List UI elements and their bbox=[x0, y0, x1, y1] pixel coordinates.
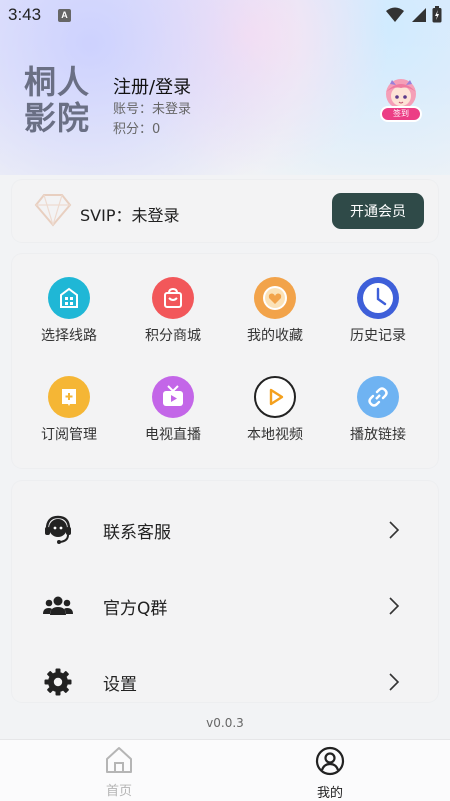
link-icon bbox=[357, 376, 399, 418]
svip-status: SVIP：未登录 bbox=[80, 206, 180, 225]
grid-item-favorites[interactable]: 我的收藏 bbox=[225, 277, 325, 345]
settings-menu: 联系客服 官方Q群 设置 bbox=[12, 481, 438, 702]
account-status: 账号：未登录 bbox=[113, 102, 192, 117]
feature-grid: 选择线路 积分商城 我的收藏 历史记录 订阅管理 电视直播 本地视频 播放链接 bbox=[12, 254, 438, 468]
grid-label: 积分商城 bbox=[145, 328, 201, 344]
points-value: 积分：0 bbox=[113, 122, 161, 137]
chevron-right-icon bbox=[389, 597, 400, 615]
open-membership-button[interactable]: 开通会员 bbox=[332, 193, 424, 229]
home-icon bbox=[106, 747, 132, 773]
chevron-right-icon bbox=[389, 673, 400, 691]
play-icon bbox=[254, 376, 296, 418]
logo-text-line2: 影院 bbox=[24, 99, 91, 137]
tv-icon bbox=[152, 376, 194, 418]
shopping-bag-icon bbox=[152, 277, 194, 319]
vip-card: SVIP：未登录 开通会员 bbox=[12, 180, 438, 242]
nav-label-mine: 我的 bbox=[316, 786, 343, 801]
login-register-link[interactable]: 注册/登录 bbox=[113, 73, 191, 99]
grid-label: 播放链接 bbox=[350, 427, 406, 443]
grid-label: 历史记录 bbox=[350, 328, 406, 344]
app-version: v0.0.3 bbox=[206, 716, 244, 730]
app-logo: 桐人 影院 bbox=[24, 64, 100, 140]
subscribe-icon bbox=[48, 376, 90, 418]
grid-item-play-link[interactable]: 播放链接 bbox=[328, 376, 428, 444]
menu-label: 设置 bbox=[103, 675, 137, 695]
nav-label-home: 首页 bbox=[105, 784, 132, 799]
grid-label: 订阅管理 bbox=[41, 427, 97, 443]
grid-item-select-route[interactable]: 选择线路 bbox=[19, 277, 119, 345]
wifi-icon bbox=[386, 7, 404, 22]
user-profile-icon bbox=[315, 746, 345, 776]
logo-text-line1: 桐人 bbox=[24, 63, 91, 101]
clock-icon bbox=[357, 277, 399, 319]
group-icon bbox=[40, 588, 76, 624]
menu-item-settings[interactable]: 设置 bbox=[12, 650, 438, 702]
bottom-navigation: 首页 我的 bbox=[0, 739, 450, 801]
status-time: 3:43 bbox=[8, 5, 42, 24]
headset-icon bbox=[40, 512, 76, 548]
battery-icon bbox=[432, 6, 442, 23]
menu-item-official-qq-group[interactable]: 官方Q群 bbox=[12, 574, 438, 634]
grid-item-subscription[interactable]: 订阅管理 bbox=[19, 376, 119, 444]
heart-icon bbox=[254, 277, 296, 319]
menu-label: 联系客服 bbox=[103, 523, 171, 543]
gear-icon bbox=[40, 664, 76, 700]
diamond-icon bbox=[34, 194, 72, 227]
checkin-label: 签到 bbox=[380, 106, 422, 122]
status-bar: 3:43 A bbox=[0, 0, 450, 30]
grid-label: 电视直播 bbox=[145, 427, 201, 443]
menu-label: 官方Q群 bbox=[103, 599, 168, 619]
nav-tab-home[interactable]: 首页 bbox=[79, 746, 159, 799]
grid-item-live-tv[interactable]: 电视直播 bbox=[123, 376, 223, 444]
grid-label: 选择线路 bbox=[41, 328, 97, 344]
signal-icon bbox=[412, 7, 426, 22]
grid-label: 本地视频 bbox=[247, 427, 303, 443]
grid-item-local-video[interactable]: 本地视频 bbox=[225, 376, 325, 444]
grid-item-history[interactable]: 历史记录 bbox=[328, 277, 428, 345]
nav-tab-mine[interactable]: 我的 bbox=[290, 746, 370, 801]
grid-label: 我的收藏 bbox=[247, 328, 303, 344]
checkin-button[interactable]: 签到 bbox=[378, 78, 424, 126]
building-icon bbox=[48, 277, 90, 319]
menu-item-customer-service[interactable]: 联系客服 bbox=[12, 498, 438, 558]
chevron-right-icon bbox=[389, 521, 400, 539]
notification-icon: A bbox=[58, 9, 71, 22]
grid-item-points-mall[interactable]: 积分商城 bbox=[123, 277, 223, 345]
